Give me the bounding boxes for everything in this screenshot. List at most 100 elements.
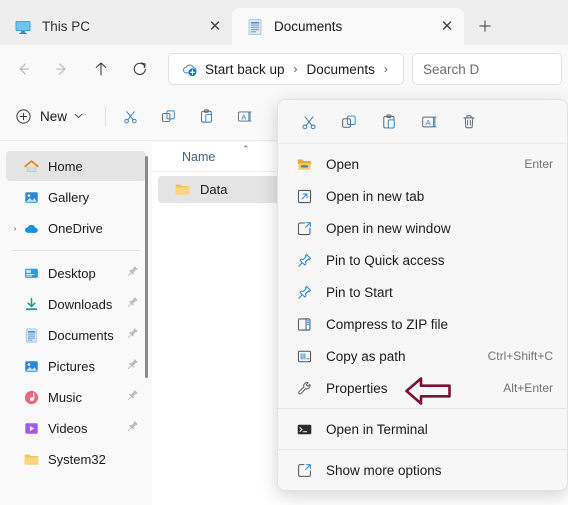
- rename-icon: A: [237, 111, 252, 122]
- tab-documents[interactable]: Documents ✕: [232, 8, 464, 45]
- menu-item-accelerator: Ctrl+Shift+C: [487, 349, 553, 363]
- cut-icon: [123, 111, 137, 124]
- menu-item-copy-as-path[interactable]: Copy as path Ctrl+Shift+C: [282, 340, 563, 372]
- terminal-icon: [296, 421, 313, 438]
- file-name: Data: [200, 182, 228, 197]
- new-button[interactable]: New: [8, 101, 92, 133]
- menu-item-label: Pin to Start: [326, 284, 393, 300]
- column-header-name[interactable]: Name: [182, 150, 215, 164]
- context-menu-items: Open Enter Open in new tab Open in new w…: [278, 144, 567, 486]
- sidebar-item-label: OneDrive: [48, 220, 103, 236]
- copy-path-icon: [296, 348, 313, 365]
- rename-button[interactable]: A: [410, 105, 448, 139]
- sidebar-item-videos[interactable]: Videos: [6, 413, 146, 443]
- menu-item-pin-to-start[interactable]: Pin to Start: [282, 276, 563, 308]
- show-more-icon: [296, 462, 313, 479]
- pin-icon[interactable]: [126, 419, 142, 438]
- paste-button[interactable]: [189, 101, 223, 133]
- monitor-icon: [14, 18, 32, 36]
- menu-item-compress-to-zip-file[interactable]: Compress to ZIP file: [282, 308, 563, 340]
- table-row[interactable]: Data: [158, 176, 288, 203]
- onedrive-backup-icon: [181, 61, 198, 78]
- sidebar-item-onedrive[interactable]: › OneDrive: [6, 213, 146, 243]
- sidebar-item-label: Videos: [48, 420, 88, 436]
- sidebar-item-system32[interactable]: System32: [6, 444, 146, 474]
- chevron-right-icon[interactable]: ›: [291, 62, 301, 76]
- sidebar-item-desktop[interactable]: Desktop: [6, 258, 146, 288]
- menu-item-open-in-new-window[interactable]: Open in new window: [282, 212, 563, 244]
- folder-icon: [23, 451, 40, 468]
- menu-item-open-in-terminal[interactable]: Open in Terminal: [282, 413, 563, 445]
- new-button-label: New: [40, 109, 68, 124]
- sidebar-item-documents[interactable]: Documents: [6, 320, 146, 350]
- tab-strip: This PC ✕ Documents ✕: [0, 0, 568, 45]
- new-tab-button[interactable]: [468, 9, 502, 43]
- menu-divider: [278, 449, 567, 450]
- pin-icon[interactable]: [126, 264, 142, 283]
- menu-item-show-more-options[interactable]: Show more options: [282, 454, 563, 486]
- sort-ascending-icon: ⌃: [242, 144, 250, 154]
- close-icon[interactable]: ✕: [202, 14, 228, 40]
- menu-item-label: Open in new tab: [326, 188, 425, 204]
- delete-icon: [463, 114, 475, 128]
- sidebar-item-label: Pictures: [48, 358, 95, 374]
- navigation-pane: Home Gallery › OneDrive Desktop Download…: [0, 142, 152, 505]
- rename-button[interactable]: A: [227, 101, 261, 133]
- menu-item-properties[interactable]: Properties Alt+Enter: [282, 372, 563, 404]
- open-new-window-icon: [296, 220, 313, 237]
- folder-open-icon: [296, 156, 313, 173]
- forward-button[interactable]: [45, 52, 79, 86]
- pictures-icon: [23, 358, 40, 375]
- menu-item-open-in-new-tab[interactable]: Open in new tab: [282, 180, 563, 212]
- context-menu-toolbar: A: [278, 100, 567, 144]
- sidebar-item-label: Downloads: [48, 296, 113, 312]
- tab-label: This PC: [42, 19, 91, 34]
- delete-button[interactable]: [450, 105, 488, 139]
- pin-icon[interactable]: [126, 295, 142, 314]
- chevron-right-icon[interactable]: ›: [7, 224, 23, 233]
- cut-button[interactable]: [290, 105, 328, 139]
- menu-item-label: Open in Terminal: [326, 421, 428, 437]
- pin-icon: [296, 284, 313, 301]
- paste-button[interactable]: [370, 105, 408, 139]
- back-button[interactable]: [6, 52, 40, 86]
- menu-item-label: Open: [326, 156, 360, 172]
- pin-icon[interactable]: [126, 388, 142, 407]
- breadcrumb-item-start-back-up[interactable]: Start back up: [175, 56, 291, 82]
- menu-item-open[interactable]: Open Enter: [282, 148, 563, 180]
- copy-icon: [161, 110, 175, 122]
- menu-item-label: Copy as path: [326, 348, 406, 364]
- chevron-right-icon[interactable]: ›: [381, 62, 391, 76]
- close-icon[interactable]: ✕: [434, 14, 460, 40]
- copy-button[interactable]: [330, 105, 368, 139]
- sidebar-item-music[interactable]: Music: [6, 382, 146, 412]
- plus-icon: [479, 20, 491, 32]
- onedrive-icon: [23, 220, 40, 237]
- sidebar-item-pictures[interactable]: Pictures: [6, 351, 146, 381]
- sidebar-item-label: Gallery: [48, 189, 90, 205]
- search-input[interactable]: Search D: [412, 53, 562, 85]
- breadcrumb-item-documents[interactable]: Documents: [301, 56, 381, 82]
- back-arrow-icon: [19, 63, 29, 75]
- chevron-down-icon[interactable]: [74, 112, 83, 121]
- wrench-icon: [296, 380, 313, 397]
- command-separator: [105, 106, 107, 127]
- pin-icon[interactable]: [126, 357, 142, 376]
- sidebar-item-downloads[interactable]: Downloads: [6, 289, 146, 319]
- copy-button[interactable]: [151, 101, 185, 133]
- up-button[interactable]: [84, 52, 118, 86]
- cut-button[interactable]: [113, 101, 147, 133]
- sidebar-item-label: System32: [48, 451, 106, 467]
- pin-icon[interactable]: [126, 326, 142, 345]
- tab-this-pc[interactable]: This PC ✕: [0, 8, 232, 45]
- open-new-tab-icon: [296, 188, 313, 205]
- folder-icon: [174, 181, 191, 198]
- menu-item-pin-to-quick-access[interactable]: Pin to Quick access: [282, 244, 563, 276]
- music-icon: [23, 389, 40, 406]
- breadcrumb[interactable]: Start back up › Documents ›: [168, 53, 404, 85]
- file-explorer-window: This PC ✕ Documents ✕ Start back up › Do…: [0, 0, 568, 505]
- refresh-button[interactable]: [123, 52, 157, 86]
- sidebar-item-home[interactable]: Home: [6, 151, 146, 181]
- sidebar-scrollbar[interactable]: [145, 156, 148, 378]
- sidebar-item-gallery[interactable]: Gallery: [6, 182, 146, 212]
